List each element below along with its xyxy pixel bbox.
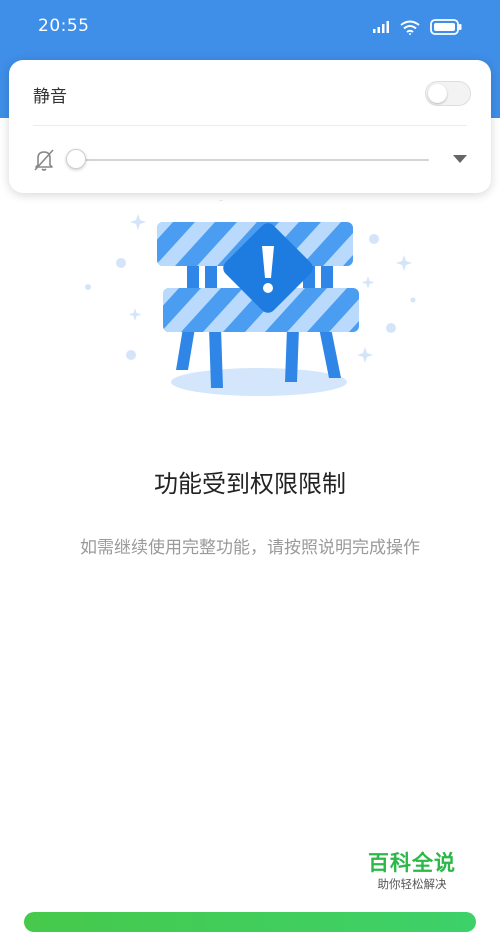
page-subtitle: 如需继续使用完整功能，请按照说明完成操作 xyxy=(80,538,420,558)
panel-divider xyxy=(33,125,467,126)
page-title: 功能受到权限限制 xyxy=(154,470,346,498)
watermark-title: 百科全说 xyxy=(368,851,456,875)
bottom-action-button[interactable] xyxy=(24,912,476,932)
battery-icon xyxy=(430,19,462,35)
volume-slider-track[interactable] xyxy=(77,159,429,161)
chevron-down-icon[interactable] xyxy=(453,155,467,163)
status-bar: 20:55 xyxy=(0,0,500,56)
signal-icon xyxy=(373,21,389,33)
status-icons xyxy=(373,17,462,37)
watermark-logo: 百科全说 助你轻松解决 xyxy=(364,851,460,892)
mute-toggle[interactable] xyxy=(425,81,471,106)
watermark-subtitle: 助你轻松解决 xyxy=(377,877,447,891)
muted-bell-icon xyxy=(34,149,54,171)
status-time: 20:55 xyxy=(38,16,90,36)
barricade-warning-illustration xyxy=(85,200,416,396)
volume-slider-thumb[interactable] xyxy=(66,149,86,169)
mute-label: 静音 xyxy=(33,87,67,107)
volume-panel: 静音 xyxy=(9,60,491,193)
toggle-knob xyxy=(428,84,447,103)
wifi-icon xyxy=(400,20,420,35)
